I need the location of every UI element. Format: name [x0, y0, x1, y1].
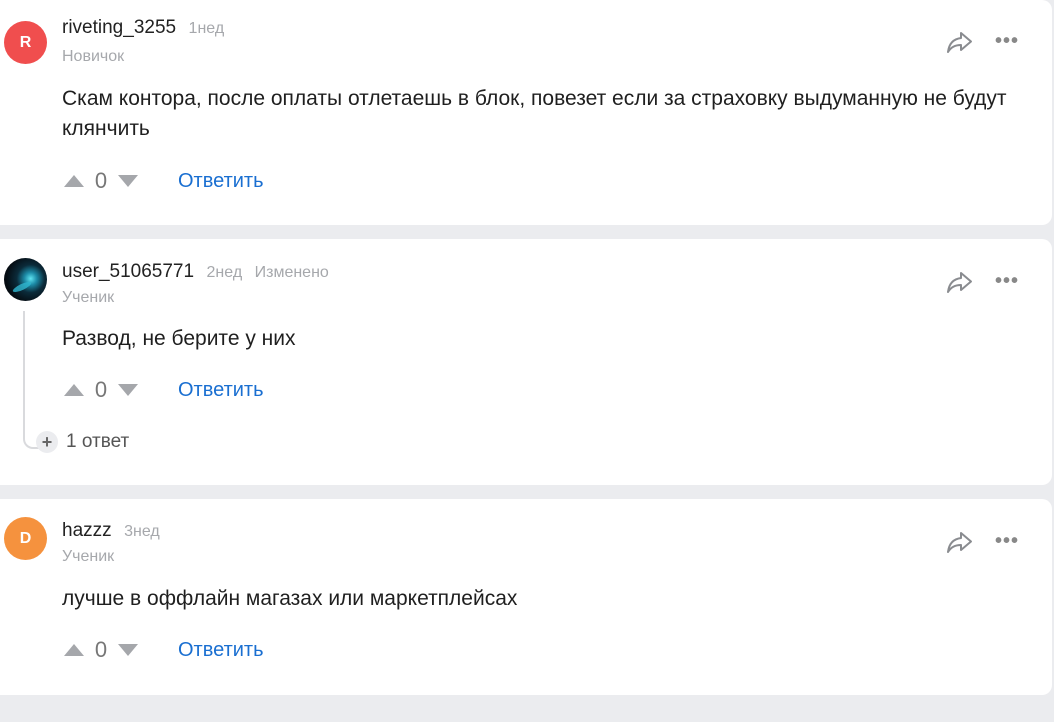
comment-meta: hazzz 3нед	[62, 521, 160, 540]
plus-icon: +	[36, 431, 58, 453]
vote-score: 0	[94, 168, 108, 193]
reply-button[interactable]: Ответить	[178, 379, 264, 402]
avatar[interactable]	[4, 258, 47, 301]
downvote-button[interactable]	[116, 378, 140, 402]
downvote-button[interactable]	[116, 169, 140, 193]
share-button[interactable]	[944, 27, 974, 57]
arrow-down-icon	[118, 644, 138, 656]
comment-meta: riveting_3255 1нед	[62, 18, 224, 37]
downvote-button[interactable]	[116, 638, 140, 662]
comment-time: 1нед	[188, 20, 225, 37]
avatar[interactable]: D	[4, 517, 47, 560]
thread-line	[23, 311, 39, 449]
author-rank: Ученик	[62, 289, 115, 306]
more-options-button[interactable]: •••	[992, 266, 1022, 296]
reply-button[interactable]: Ответить	[178, 639, 264, 662]
author-rank: Новичок	[62, 48, 125, 65]
comment-actions: 0 Ответить	[62, 637, 264, 663]
arrow-down-icon	[118, 175, 138, 187]
comment-card: R riveting_3255 1нед Новичок ••• Скам ко…	[0, 0, 1052, 225]
more-options-button[interactable]: •••	[992, 526, 1022, 556]
author-name[interactable]: hazzz	[62, 520, 112, 541]
share-icon	[947, 272, 972, 293]
vote-score: 0	[94, 637, 108, 662]
comment-text: лучше в оффлайн магазах или маркетплейса…	[62, 587, 518, 610]
edited-label: Изменено	[254, 264, 329, 281]
replies-count: 1 ответ	[66, 431, 130, 452]
comment-actions: 0 Ответить	[62, 168, 264, 194]
comment-time: 2нед	[206, 264, 243, 281]
author-name[interactable]: user_51065771	[62, 261, 194, 282]
more-icon: •••	[994, 270, 1019, 292]
arrow-up-icon	[64, 384, 84, 396]
reply-button[interactable]: Ответить	[178, 170, 264, 193]
share-icon	[947, 532, 972, 553]
arrow-up-icon	[64, 644, 84, 656]
show-replies-button[interactable]: + 1 ответ	[36, 431, 129, 453]
share-button[interactable]	[944, 527, 974, 557]
avatar-letter: D	[19, 529, 32, 547]
author-name[interactable]: riveting_3255	[62, 17, 176, 38]
comment-time: 3нед	[124, 523, 160, 540]
comment-text: Развод, не берите у них	[62, 327, 296, 350]
share-icon	[947, 32, 972, 53]
avatar[interactable]: R	[4, 21, 47, 64]
share-button[interactable]	[944, 267, 974, 297]
more-icon: •••	[994, 30, 1019, 52]
more-options-button[interactable]: •••	[992, 26, 1022, 56]
arrow-up-icon	[64, 175, 84, 187]
more-icon: •••	[994, 530, 1019, 552]
author-rank: Ученик	[62, 548, 115, 565]
upvote-button[interactable]	[62, 169, 86, 193]
comment-card: user_51065771 2нед Изменено Ученик ••• Р…	[0, 239, 1052, 485]
upvote-button[interactable]	[62, 378, 86, 402]
upvote-button[interactable]	[62, 638, 86, 662]
avatar-letter: R	[19, 33, 32, 51]
arrow-down-icon	[118, 384, 138, 396]
comment-actions: 0 Ответить	[62, 377, 264, 403]
comment-meta: user_51065771 2нед Изменено	[62, 262, 329, 281]
vote-score: 0	[94, 377, 108, 402]
comment-card: D hazzz 3нед Ученик ••• лучше в оффлайн …	[0, 499, 1052, 695]
comment-text: Скам контора, после оплаты отлетаешь в б…	[62, 87, 1007, 140]
